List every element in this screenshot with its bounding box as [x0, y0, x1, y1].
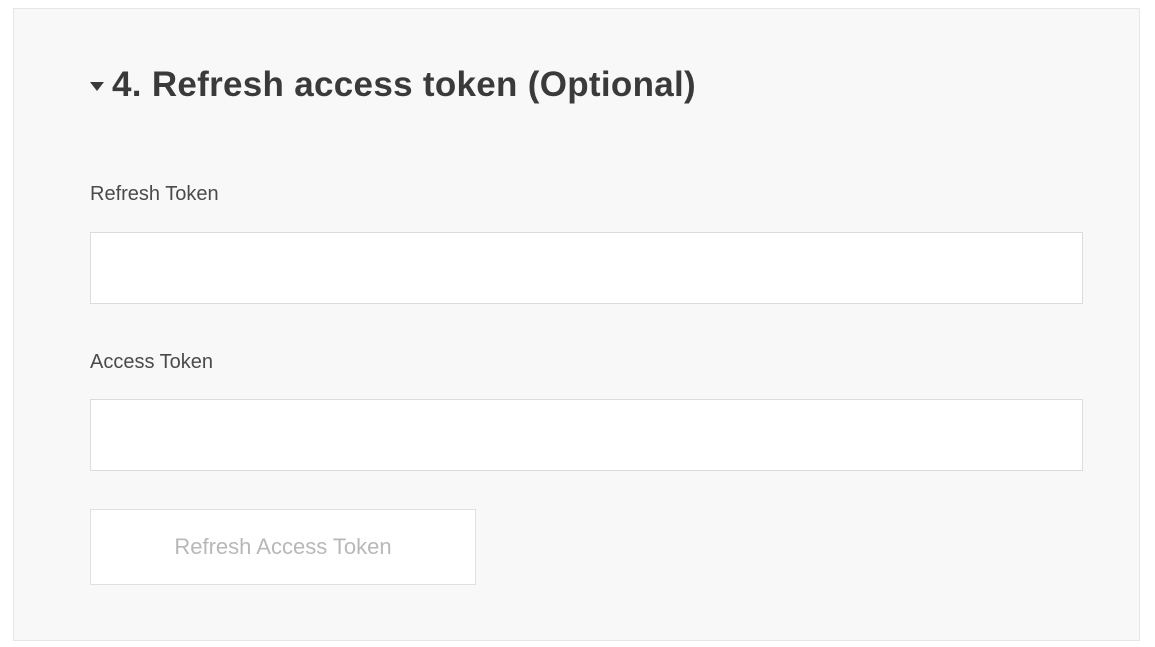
refresh-access-token-button[interactable]: Refresh Access Token — [90, 509, 476, 585]
access-token-label: Access Token — [90, 351, 214, 373]
access-token-input[interactable] — [90, 399, 1083, 471]
refresh-token-panel: 4. Refresh access token (Optional) Refre… — [13, 8, 1140, 641]
refresh-token-input[interactable] — [90, 232, 1083, 304]
section-header-toggle[interactable]: 4. Refresh access token (Optional) — [90, 65, 696, 105]
caret-down-icon[interactable] — [90, 81, 104, 91]
refresh-token-label: Refresh Token — [90, 183, 219, 205]
section-title: 4. Refresh access token (Optional) — [112, 65, 696, 104]
